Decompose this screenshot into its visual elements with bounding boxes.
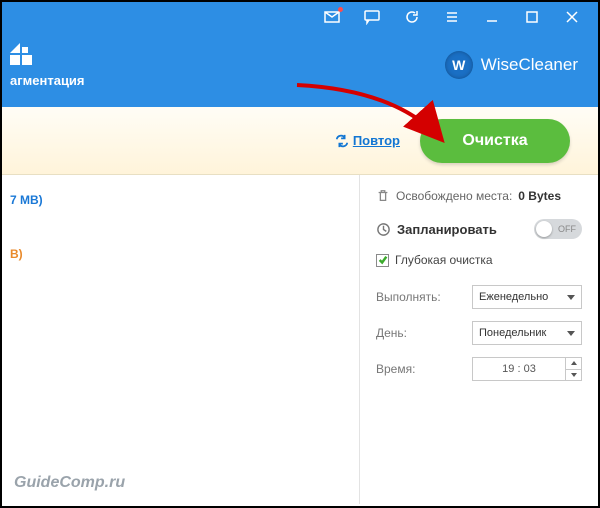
close-button[interactable]: [552, 2, 592, 32]
time-down-button[interactable]: [566, 370, 581, 381]
chevron-down-icon: [567, 295, 575, 300]
chevron-down-icon: [567, 331, 575, 336]
list-item[interactable]: B): [10, 247, 351, 261]
minimize-button[interactable]: [472, 2, 512, 32]
time-value: 19 : 03: [473, 363, 565, 375]
app-header: агментация W WiseCleaner: [2, 32, 598, 107]
time-row: Время: 19 : 03: [376, 357, 582, 381]
watermark: GuideComp.ru: [14, 474, 125, 492]
tab-label[interactable]: агментация: [10, 73, 85, 88]
left-panel: 7 MB) B) GuideComp.ru: [2, 175, 360, 504]
day-select[interactable]: Понедельник: [472, 321, 582, 345]
notification-dot: [338, 7, 343, 12]
maximize-button[interactable]: [512, 2, 552, 32]
schedule-toggle[interactable]: OFF: [534, 219, 582, 239]
trash-icon: [376, 189, 390, 203]
freed-label: Освобождено места:: [396, 189, 512, 203]
repeat-link[interactable]: Повтор: [335, 133, 400, 148]
check-icon: [378, 255, 388, 265]
brand: W WiseCleaner: [445, 51, 578, 79]
run-value: Еженедельно: [479, 291, 548, 303]
menu-icon[interactable]: [432, 2, 472, 32]
deep-clean-checkbox[interactable]: [376, 254, 389, 267]
content-area: 7 MB) B) GuideComp.ru Освобождено места:…: [2, 175, 598, 504]
schedule-label: Запланировать: [397, 222, 497, 237]
day-value: Понедельник: [479, 327, 546, 339]
header-left: агментация: [10, 41, 85, 88]
right-panel: Освобождено места: 0 Bytes Запланировать…: [360, 175, 598, 504]
run-label: Выполнять:: [376, 290, 441, 304]
action-bar: Повтор Очистка: [2, 107, 598, 175]
day-row: День: Понедельник: [376, 321, 582, 345]
schedule-row: Запланировать OFF: [376, 219, 582, 239]
list-item[interactable]: 7 MB): [10, 193, 351, 207]
run-select[interactable]: Еженедельно: [472, 285, 582, 309]
brand-name: WiseCleaner: [481, 55, 578, 75]
freed-space-row: Освобождено места: 0 Bytes: [376, 189, 582, 203]
clean-button[interactable]: Очистка: [420, 119, 570, 163]
freed-value: 0 Bytes: [518, 189, 561, 203]
time-spinner[interactable]: 19 : 03: [472, 357, 582, 381]
app-logo-icon: [10, 41, 36, 67]
repeat-icon: [335, 134, 349, 148]
toggle-state: OFF: [558, 224, 576, 234]
titlebar: [2, 2, 598, 32]
run-row: Выполнять: Еженедельно: [376, 285, 582, 309]
chat-icon[interactable]: [352, 2, 392, 32]
chevron-down-icon: [571, 373, 577, 377]
day-label: День:: [376, 326, 407, 340]
repeat-label: Повтор: [353, 133, 400, 148]
deep-clean-row: Глубокая очистка: [376, 253, 582, 267]
mail-icon[interactable]: [312, 2, 352, 32]
time-up-button[interactable]: [566, 358, 581, 370]
deep-clean-label: Глубокая очистка: [395, 253, 493, 267]
clock-icon: [376, 222, 391, 237]
brand-badge-icon: W: [445, 51, 473, 79]
chevron-up-icon: [571, 361, 577, 365]
time-label: Время:: [376, 362, 415, 376]
refresh-icon[interactable]: [392, 2, 432, 32]
